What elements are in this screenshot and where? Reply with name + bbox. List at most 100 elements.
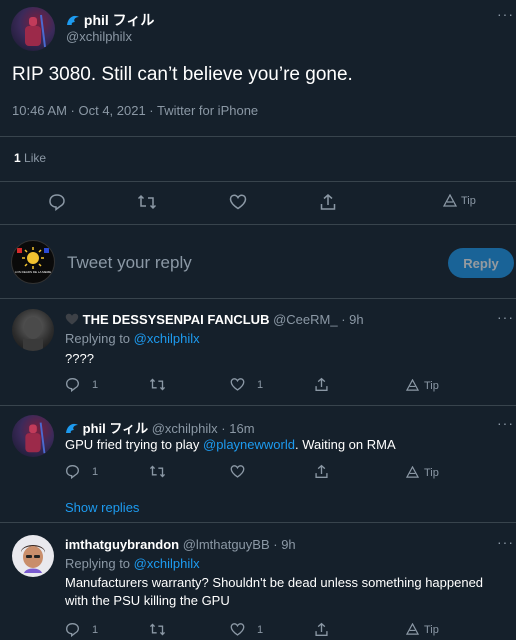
avatar-figure-icon	[25, 14, 46, 48]
reply-icon	[65, 464, 80, 479]
retweet-icon	[149, 465, 166, 478]
more-options-icon[interactable]: ···	[497, 534, 514, 550]
main-tweet-display-name[interactable]: phil フィル	[84, 12, 155, 28]
reply-handle[interactable]: @xchilphilx	[152, 421, 218, 436]
tip-label: Tip	[424, 466, 439, 479]
like-button[interactable]: 1	[230, 622, 263, 637]
reply-text: GPU fried trying to play @playnewworld. …	[65, 437, 396, 452]
mention-link[interactable]: @playnewworld	[203, 437, 295, 452]
reply-display-name[interactable]: phil フィル	[83, 421, 148, 436]
main-tweet-text: RIP 3080. Still can’t believe you’re gon…	[12, 64, 353, 85]
reply-count: 1	[92, 378, 99, 391]
reply-time[interactable]: · 9h	[341, 312, 363, 327]
reply-count: 1	[92, 465, 99, 478]
verified-wave-icon	[66, 13, 80, 30]
tip-button[interactable]: Tip	[406, 623, 439, 636]
reply-name-row: THE DESSYSENPAI FANCLUB @CeeRM_ · 9h	[65, 312, 364, 328]
more-options-icon[interactable]: ···	[497, 309, 514, 325]
likes-count: 1	[14, 151, 21, 165]
like-count: 1	[257, 623, 264, 636]
tip-icon	[406, 379, 419, 391]
reply-icon	[49, 194, 65, 211]
reply-display-name[interactable]: THE DESSYSENPAI FANCLUB	[83, 312, 270, 327]
reply-text-part: GPU fried trying to play	[65, 437, 203, 452]
reply-time[interactable]: · 16m	[221, 421, 254, 436]
like-button[interactable]: 1	[230, 377, 263, 392]
replying-to: Replying to @xchilphilx	[65, 331, 200, 346]
divider	[0, 181, 516, 182]
avatar-figure-icon	[25, 422, 46, 454]
reply-button[interactable]: 1	[65, 377, 98, 392]
share-icon	[315, 377, 328, 391]
tip-icon	[443, 194, 457, 207]
retweet-button[interactable]	[149, 377, 166, 392]
heart-icon	[230, 465, 245, 478]
tip-icon	[406, 623, 419, 635]
retweet-icon	[149, 378, 166, 391]
avatar-cartoon-icon	[21, 545, 45, 573]
replying-to-label: Replying to	[65, 331, 131, 346]
share-button[interactable]	[319, 193, 337, 211]
tip-button[interactable]: Tip	[406, 466, 439, 479]
likes-label: Like	[24, 151, 47, 165]
share-button[interactable]	[314, 464, 329, 479]
like-button[interactable]	[230, 464, 245, 479]
reply-button[interactable]: 1	[65, 464, 98, 479]
reply-name-row: phil フィル @xchilphilx · 16m	[65, 418, 255, 438]
like-count: 1	[257, 378, 264, 391]
reply-avatar[interactable]	[12, 415, 54, 457]
tip-label: Tip	[424, 623, 439, 636]
reply-button[interactable]: 1	[65, 622, 98, 637]
more-options-icon[interactable]: ···	[497, 6, 514, 22]
verified-wave-icon	[65, 421, 79, 438]
reply-icon	[65, 622, 80, 637]
tip-label: Tip	[424, 379, 439, 392]
reply-text-part: . Waiting on RMA	[294, 437, 396, 452]
share-icon	[315, 622, 328, 636]
replying-to: Replying to @xchilphilx	[65, 556, 200, 571]
retweet-button[interactable]	[137, 193, 157, 211]
reply-text-line: Manufacturers warranty? Shouldn't be dea…	[65, 575, 484, 590]
like-button[interactable]	[229, 193, 247, 211]
divider	[0, 298, 516, 299]
replying-to-link[interactable]: @xchilphilx	[134, 331, 200, 346]
share-icon	[315, 464, 328, 478]
tip-button[interactable]: Tip	[443, 194, 476, 208]
share-icon	[320, 194, 336, 210]
divider	[0, 405, 516, 406]
heart-icon	[230, 378, 245, 391]
main-tweet-avatar[interactable]	[11, 7, 55, 51]
reply-text-line: with the PSU killing the GPU	[65, 593, 230, 608]
likes-summary[interactable]: 1 Like	[14, 151, 46, 165]
reply-count: 1	[92, 623, 99, 636]
heart-badge-icon	[65, 313, 79, 328]
main-tweet-name-row: phil フィル	[66, 10, 154, 30]
reply-time[interactable]: · 9h	[273, 537, 295, 552]
divider	[0, 522, 516, 523]
share-button[interactable]	[314, 377, 329, 392]
compose-avatar[interactable]: LOS DEADS DE LA MEME	[11, 240, 55, 284]
divider	[0, 224, 516, 225]
reply-text: ????	[65, 351, 94, 366]
heart-icon	[230, 623, 245, 636]
retweet-icon	[149, 623, 166, 636]
heart-icon	[229, 194, 247, 210]
reply-submit-button[interactable]: Reply	[448, 248, 514, 278]
reply-handle[interactable]: @lmthatguyBB	[183, 537, 270, 552]
reply-avatar[interactable]	[12, 535, 54, 577]
tip-button[interactable]: Tip	[406, 379, 439, 392]
reply-avatar[interactable]	[12, 309, 54, 351]
tip-icon	[406, 466, 419, 478]
more-options-icon[interactable]: ···	[497, 415, 514, 431]
show-replies-link[interactable]: Show replies	[65, 500, 139, 515]
reply-button[interactable]	[48, 193, 66, 211]
reply-display-name[interactable]: imthatguybrandon	[65, 537, 179, 552]
retweet-button[interactable]	[149, 622, 166, 637]
main-tweet-handle[interactable]: @xchilphilx	[66, 29, 132, 44]
reply-handle[interactable]: @CeeRM_	[273, 312, 338, 327]
retweet-button[interactable]	[149, 464, 166, 479]
share-button[interactable]	[314, 622, 329, 637]
reply-compose-input[interactable]: Tweet your reply	[67, 253, 192, 273]
retweet-icon	[137, 194, 157, 210]
replying-to-link[interactable]: @xchilphilx	[134, 556, 200, 571]
